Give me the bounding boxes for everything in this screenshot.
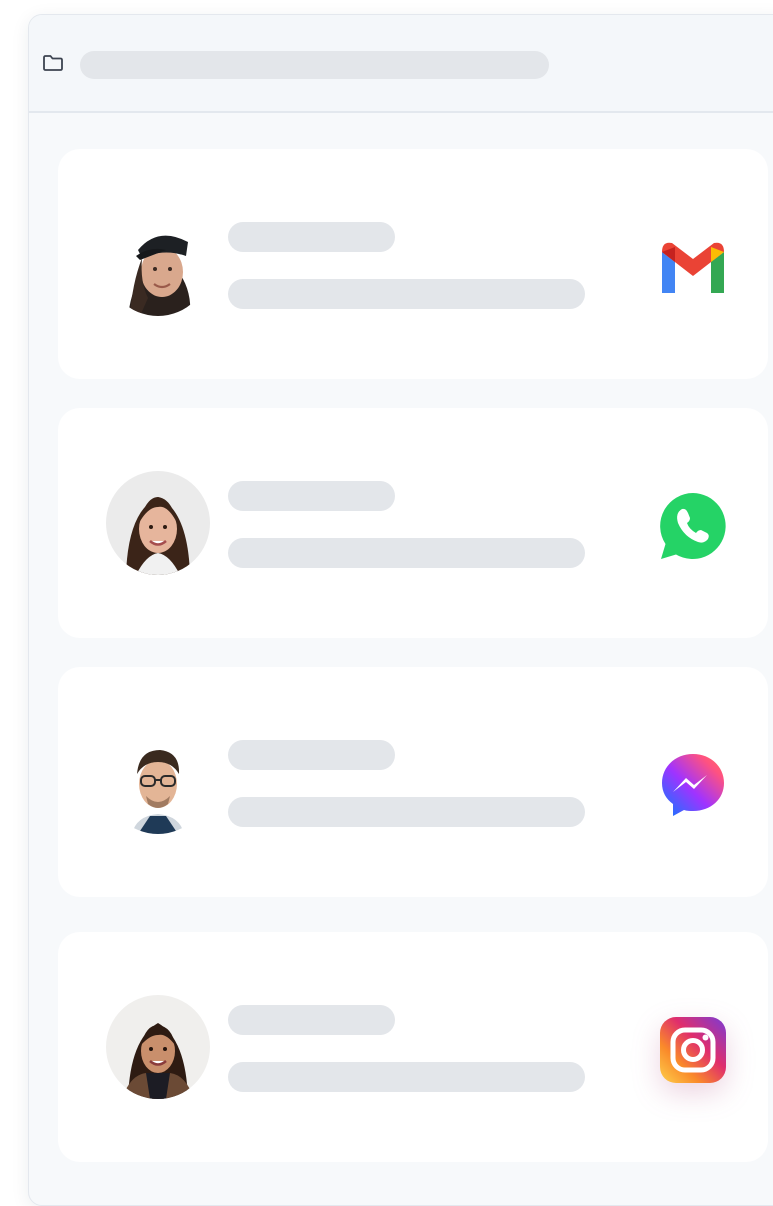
avatar xyxy=(106,212,210,316)
instagram-icon xyxy=(656,1013,730,1087)
messenger-icon xyxy=(656,748,730,822)
path-bar[interactable] xyxy=(80,51,549,79)
contact-name-skeleton xyxy=(228,1005,395,1035)
avatar xyxy=(106,995,210,1099)
message-preview-skeleton xyxy=(228,279,585,309)
avatar xyxy=(106,471,210,575)
message-preview-skeleton xyxy=(228,1062,585,1092)
gmail-icon xyxy=(656,230,730,304)
message-preview-skeleton xyxy=(228,538,585,568)
contact-name-skeleton xyxy=(228,222,395,252)
conversation-card-whatsapp[interactable] xyxy=(58,408,768,638)
conversation-card-messenger[interactable] xyxy=(58,667,768,897)
message-preview-skeleton xyxy=(228,797,585,827)
folder-icon[interactable] xyxy=(42,53,64,73)
conversation-card-gmail[interactable] xyxy=(58,149,768,379)
contact-name-skeleton xyxy=(228,481,395,511)
contact-name-skeleton xyxy=(228,740,395,770)
avatar xyxy=(106,730,210,834)
conversation-card-instagram[interactable] xyxy=(58,932,768,1162)
inbox-window xyxy=(28,14,773,1206)
whatsapp-icon xyxy=(656,489,730,563)
toolbar xyxy=(29,15,773,113)
